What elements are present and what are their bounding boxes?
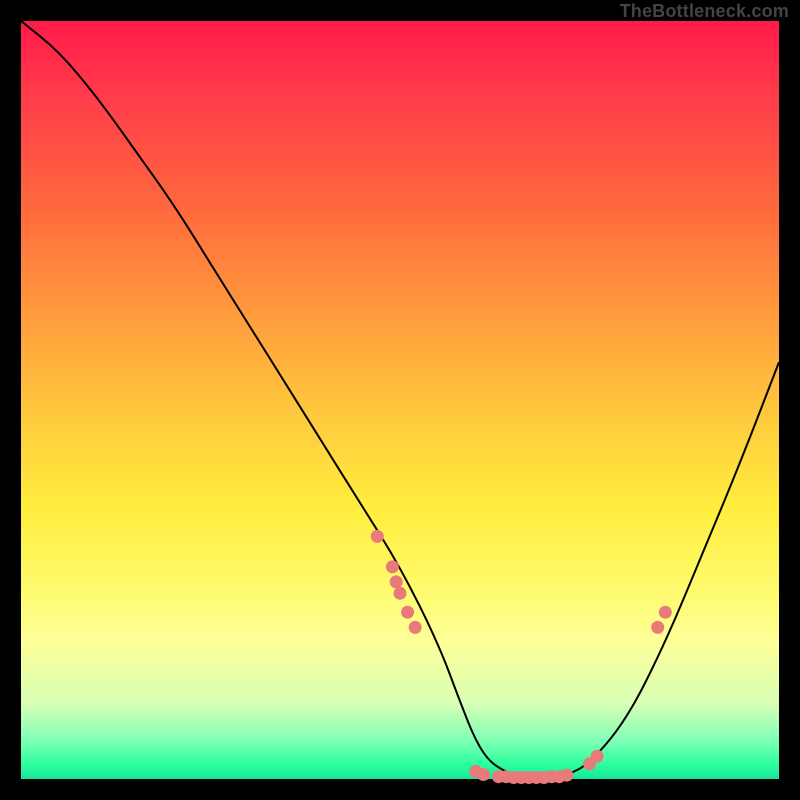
watermark-text: TheBottleneck.com bbox=[620, 1, 789, 22]
data-point bbox=[409, 621, 422, 634]
data-point bbox=[591, 750, 604, 763]
data-point bbox=[477, 768, 490, 781]
data-point bbox=[560, 769, 573, 782]
data-point bbox=[659, 606, 672, 619]
chart-frame: TheBottleneck.com bbox=[21, 21, 779, 779]
marker-group bbox=[371, 530, 672, 784]
data-point bbox=[651, 621, 664, 634]
data-point bbox=[394, 587, 407, 600]
bottleneck-curve bbox=[21, 21, 779, 779]
chart-overlay bbox=[21, 21, 779, 779]
data-point bbox=[401, 606, 414, 619]
data-point bbox=[386, 560, 399, 573]
data-point bbox=[371, 530, 384, 543]
data-point bbox=[390, 575, 403, 588]
